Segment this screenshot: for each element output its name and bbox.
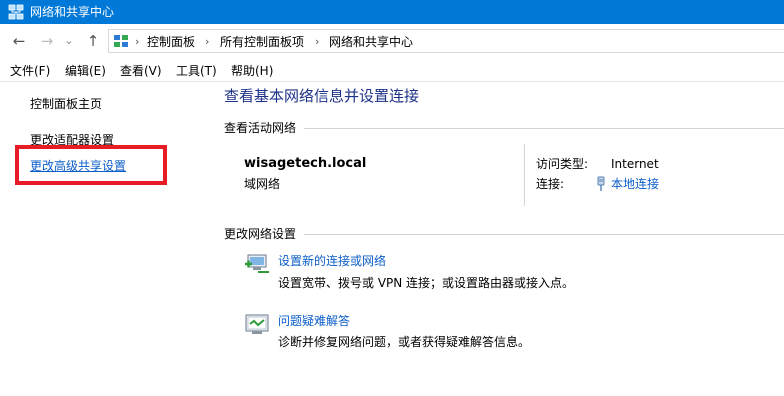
troubleshoot-icon[interactable]	[244, 312, 270, 336]
section-active-networks: 查看活动网络	[224, 121, 297, 135]
control-panel-icon	[114, 35, 128, 47]
up-arrow-icon[interactable]: ↑	[84, 32, 102, 50]
breadcrumb-separator[interactable]: ›	[135, 34, 139, 50]
breadcrumb-separator[interactable]: ›	[205, 34, 209, 50]
highlight-box	[15, 145, 167, 185]
menu-help[interactable]: 帮助(H)	[231, 63, 273, 79]
network-center-icon	[8, 4, 24, 20]
troubleshoot-desc: 诊断并修复网络问题，或者获得疑难解答信息。	[278, 335, 531, 349]
title-bar: 网络和共享中心	[0, 0, 784, 24]
page-title: 查看基本网络信息并设置连接	[224, 87, 420, 105]
sidebar: 控制面板主页 更改适配器设置 更改高级共享设置	[0, 82, 220, 396]
local-connection-link[interactable]: 本地连接	[611, 176, 659, 192]
troubleshoot-link[interactable]: 问题疑难解答	[278, 313, 350, 329]
menu-file[interactable]: 文件(F)	[10, 63, 50, 79]
breadcrumb-all-items[interactable]: 所有控制面板项	[220, 34, 304, 50]
menu-tools[interactable]: 工具(T)	[176, 63, 217, 79]
setup-connection-desc: 设置宽带、拨号或 VPN 连接；或设置路由器或接入点。	[278, 276, 575, 290]
breadcrumb-separator[interactable]: ›	[315, 34, 319, 50]
access-type-value: Internet	[611, 157, 659, 171]
section-divider	[304, 128, 784, 129]
address-bar-row: ← → ⌄ ↑ › 控制面板 › 所有控制面板项 › 网络和共享中心	[0, 24, 784, 58]
menu-bar: 文件(F) 编辑(E) 查看(V) 工具(T) 帮助(H)	[0, 58, 784, 82]
menu-edit[interactable]: 编辑(E)	[65, 63, 106, 79]
ethernet-icon	[597, 176, 605, 191]
breadcrumb-network-center[interactable]: 网络和共享中心	[329, 34, 413, 50]
setup-connection-link[interactable]: 设置新的连接或网络	[278, 253, 386, 269]
breadcrumb-control-panel[interactable]: 控制面板	[147, 34, 195, 50]
menu-view[interactable]: 查看(V)	[120, 63, 162, 79]
address-box[interactable]: › 控制面板 › 所有控制面板项 › 网络和共享中心	[108, 29, 784, 53]
main-content: 查看基本网络信息并设置连接 查看活动网络 wisagetech.local 域网…	[220, 82, 784, 396]
recent-locations-icon[interactable]: ⌄	[63, 32, 75, 50]
section-change-settings: 更改网络设置	[224, 227, 297, 241]
section-divider	[304, 234, 784, 235]
network-type: 域网络	[244, 177, 281, 191]
forward-arrow-icon[interactable]: →	[38, 32, 56, 50]
sidebar-item-control-panel-home[interactable]: 控制面板主页	[30, 96, 102, 112]
new-connection-icon[interactable]	[244, 252, 270, 276]
back-arrow-icon[interactable]: ←	[10, 32, 28, 50]
column-divider	[524, 144, 525, 206]
access-type-label: 访问类型:	[536, 157, 589, 171]
network-name: wisagetech.local	[244, 156, 367, 171]
window-title: 网络和共享中心	[30, 5, 115, 19]
connection-label: 连接:	[536, 177, 565, 191]
